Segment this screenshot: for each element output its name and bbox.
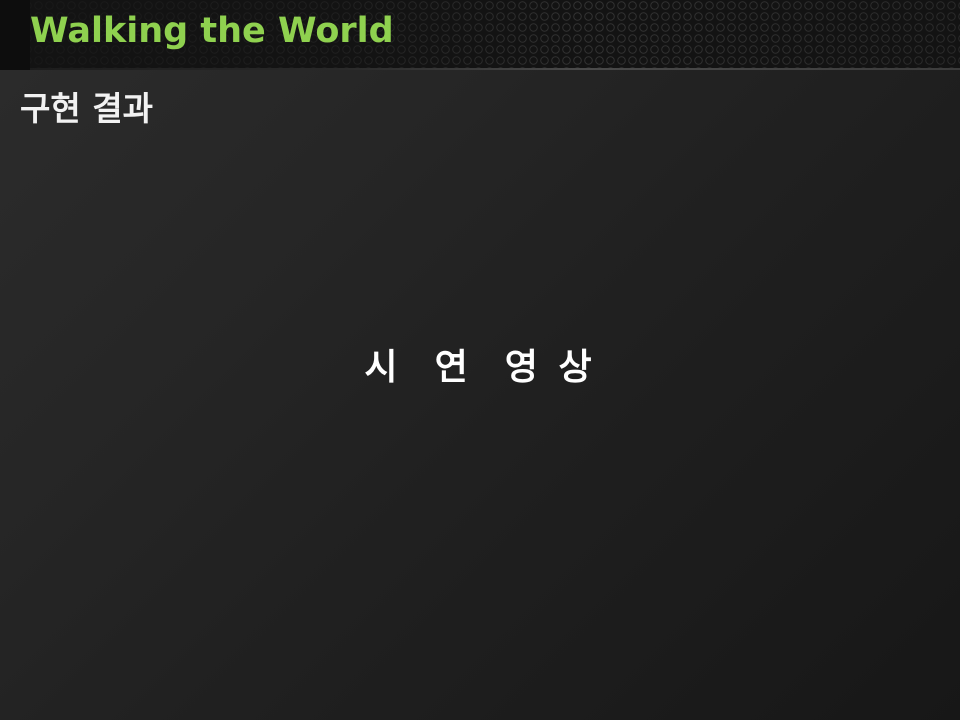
header-left-tab xyxy=(0,0,30,70)
presentation-slide: Walking the World 구현 결과 시 연 영 상 xyxy=(0,0,960,720)
slide-header-title: Walking the World xyxy=(30,11,394,51)
section-title: 구현 결과 xyxy=(20,89,153,128)
center-caption: 시 연 영 상 xyxy=(364,347,596,388)
